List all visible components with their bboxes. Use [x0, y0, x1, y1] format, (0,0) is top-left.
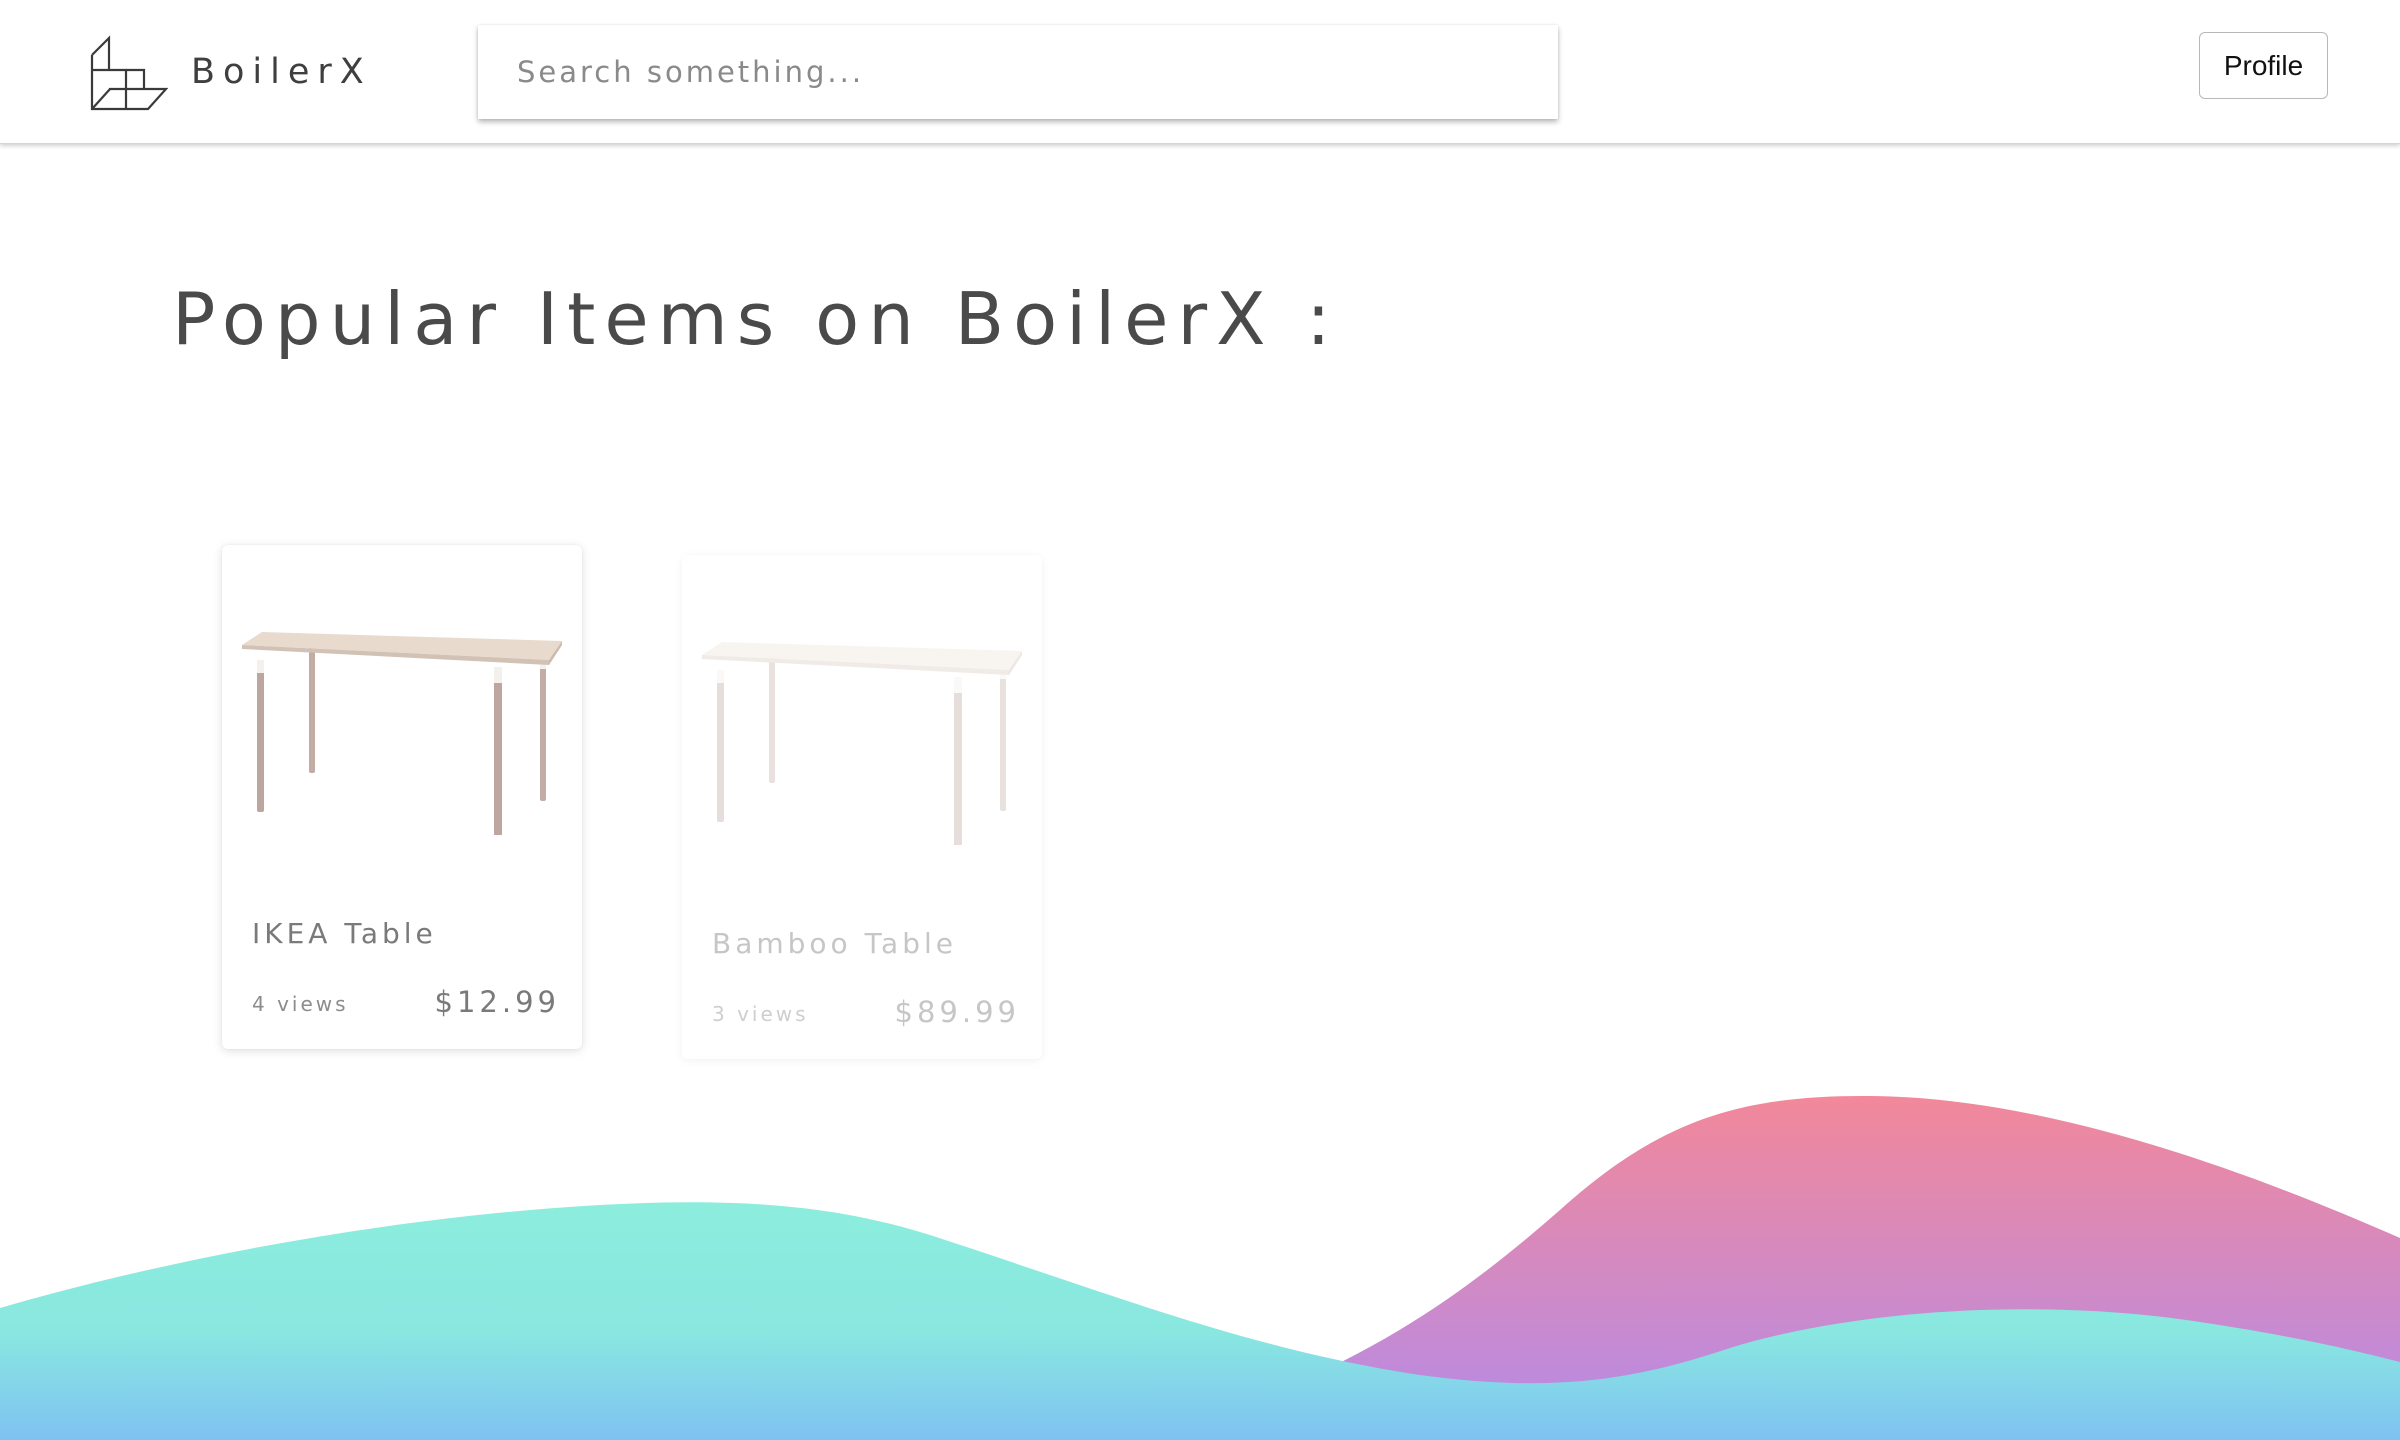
item-views: 3 views: [712, 1002, 809, 1026]
search-input[interactable]: [478, 25, 1558, 119]
brand-name: BoilerX: [191, 52, 372, 92]
item-title: IKEA Table: [252, 917, 437, 950]
item-card-ikea-table[interactable]: IKEA Table 4 views $12.99: [222, 545, 582, 1049]
top-navbar: BoilerX Profile: [0, 0, 2400, 144]
item-views: 4 views: [252, 992, 349, 1016]
content-layer: BoilerX Profile Popular Items on BoilerX…: [0, 0, 2400, 1440]
page-title: Popular Items on BoilerX :: [172, 277, 1340, 361]
item-card-bamboo-table[interactable]: Bamboo Table 3 views $89.99: [682, 555, 1042, 1059]
table-image: [242, 632, 562, 835]
item-title: Bamboo Table: [712, 927, 957, 960]
brand-logo-link[interactable]: BoilerX: [90, 32, 372, 112]
search-bar: [478, 25, 1558, 119]
item-price: $89.99: [894, 995, 1020, 1029]
table-image: [702, 642, 1022, 845]
cube-outline-icon: [90, 35, 168, 111]
page: BoilerX Profile Popular Items on BoilerX…: [0, 0, 2400, 1440]
item-price: $12.99: [434, 985, 560, 1019]
profile-button[interactable]: Profile: [2199, 32, 2328, 99]
